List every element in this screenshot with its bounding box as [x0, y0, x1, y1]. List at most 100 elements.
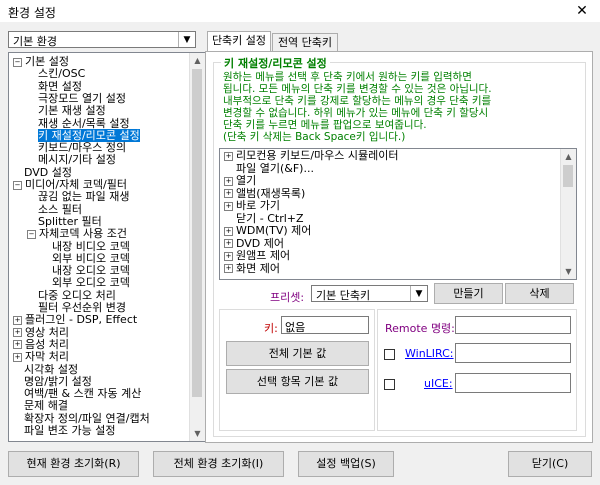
- winlirc-link[interactable]: WinLIRC:: [405, 347, 454, 360]
- settings-tree[interactable]: ▲ ▼ − 기본 설정 스킨/OSC 화면 설정 극장모드 열기 설정 기본 재생 설정 재…: [8, 52, 206, 442]
- tree-item[interactable]: 외부 오디오 코덱: [52, 276, 130, 289]
- close-icon[interactable]: ✕: [564, 0, 600, 22]
- tree-scrollbar[interactable]: ▲ ▼: [189, 53, 205, 441]
- tree-item[interactable]: 스킨/OSC: [38, 67, 85, 80]
- tree-item[interactable]: 끊김 없는 파일 재생: [38, 190, 129, 203]
- reset-current-env-button[interactable]: 현재 환경 초기화(R): [8, 451, 139, 477]
- expand-icon[interactable]: +: [224, 239, 233, 248]
- list-item[interactable]: + DVD 제어: [224, 237, 284, 250]
- delete-preset-button[interactable]: 삭제: [505, 283, 574, 304]
- tree-item[interactable]: + 플러그인 - DSP, Effect: [13, 313, 137, 326]
- tree-item-label: 확장자 정의/파일 연결/캡처: [24, 411, 150, 425]
- winlirc-checkbox[interactable]: [384, 349, 395, 360]
- list-item[interactable]: + WDM(TV) 제어: [224, 225, 311, 237]
- list-item[interactable]: + 열기: [224, 175, 256, 187]
- tree-item[interactable]: 외부 비디오 코덱: [52, 252, 130, 265]
- uice-checkbox[interactable]: [384, 379, 395, 390]
- close-button[interactable]: 닫기(C): [508, 451, 592, 477]
- tree-item[interactable]: − 자체코덱 사용 조건: [27, 227, 127, 240]
- list-item[interactable]: + 화면 제어: [224, 262, 280, 275]
- tab-global-shortcuts[interactable]: 전역 단축키: [272, 33, 338, 53]
- tree-item[interactable]: 기본 재생 설정: [38, 104, 106, 117]
- reset-selected-defaults-button[interactable]: 선택 항목 기본 값: [226, 369, 369, 394]
- scroll-down-icon[interactable]: ▼: [561, 264, 576, 279]
- winlirc-input[interactable]: [455, 343, 571, 363]
- tree-item[interactable]: 다중 오디오 처리: [38, 289, 116, 302]
- key-label: 키:: [264, 322, 278, 335]
- tree-item-label: 음성 처리: [25, 337, 69, 351]
- expand-icon[interactable]: +: [13, 352, 22, 362]
- tree-item[interactable]: 극장모드 열기 설정: [38, 92, 126, 105]
- scroll-up-icon[interactable]: ▲: [561, 149, 576, 164]
- chevron-down-icon[interactable]: ▼: [410, 286, 427, 301]
- expand-icon[interactable]: +: [224, 151, 233, 161]
- list-item[interactable]: + 앨범(재생목록): [224, 186, 306, 200]
- scroll-thumb[interactable]: [563, 165, 573, 187]
- tree-item[interactable]: 내장 오디오 코덱: [52, 264, 130, 277]
- tree-item[interactable]: 재생 순서/목록 설정: [38, 117, 130, 130]
- expand-icon[interactable]: +: [224, 189, 233, 198]
- tree-item[interactable]: 명암/밝기 설정: [24, 375, 92, 388]
- uice-link[interactable]: uICE:: [424, 377, 453, 390]
- tree-item[interactable]: 필터 우선순위 변경: [38, 301, 126, 314]
- backup-settings-button[interactable]: 설정 백업(S): [298, 451, 394, 477]
- expand-icon[interactable]: +: [224, 251, 233, 261]
- tree-item[interactable]: 시각화 설정: [24, 363, 78, 376]
- tree-item[interactable]: 확장자 정의/파일 연결/캡처: [24, 412, 150, 425]
- tab-shortcut-settings[interactable]: 단축키 설정: [207, 31, 271, 53]
- category-select[interactable]: 기본 환경 ▼: [8, 31, 196, 48]
- menu-list-scrollbar[interactable]: ▲ ▼: [560, 149, 576, 279]
- tree-item[interactable]: 화면 설정: [38, 80, 82, 93]
- tree-item[interactable]: 소스 필터: [38, 203, 82, 216]
- scroll-down-icon[interactable]: ▼: [190, 426, 205, 441]
- list-item-label: 앨범(재생목록): [236, 186, 306, 200]
- tree-item[interactable]: DVD 설정: [24, 166, 72, 179]
- list-item[interactable]: + 리모컨용 키보드/마우스 시뮬레이터: [224, 150, 399, 162]
- expand-icon[interactable]: +: [224, 226, 233, 236]
- list-item-label: 원앰프 제어: [236, 249, 291, 262]
- tree-item[interactable]: 키보드/마우스 정의: [38, 141, 126, 154]
- tree-item-label: 화면 설정: [38, 79, 82, 93]
- list-item[interactable]: 닫기 - Ctrl+Z: [236, 212, 304, 225]
- preset-select[interactable]: 기본 단축키 ▼: [311, 285, 428, 302]
- scroll-up-icon[interactable]: ▲: [190, 53, 205, 68]
- tree-item[interactable]: 키 재설정/리모콘 설정: [38, 128, 140, 142]
- uice-input[interactable]: [455, 373, 571, 393]
- chevron-down-icon[interactable]: ▼: [178, 32, 195, 47]
- tree-item[interactable]: Splitter 필터: [38, 215, 102, 228]
- collapse-icon[interactable]: −: [27, 229, 36, 239]
- tree-item[interactable]: + 음성 처리: [13, 338, 69, 351]
- make-preset-button[interactable]: 만들기: [434, 283, 503, 304]
- key-input[interactable]: 없음: [281, 316, 369, 334]
- expand-icon[interactable]: +: [224, 264, 233, 273]
- tree-item[interactable]: + 영상 처리: [13, 326, 69, 339]
- tree-item[interactable]: 메시지/기타 설정: [38, 153, 116, 166]
- expand-icon[interactable]: +: [13, 328, 22, 338]
- collapse-icon[interactable]: −: [13, 57, 22, 67]
- collapse-icon[interactable]: −: [13, 180, 22, 190]
- group-description: 원하는 메뉴를 선택 후 단축 키에서 원하는 키를 입력하면 됩니다. 모든 …: [223, 71, 492, 143]
- tree-item[interactable]: 파일 변조 가능 설정: [24, 424, 115, 437]
- expand-icon[interactable]: +: [224, 201, 233, 211]
- delete-preset-label: 삭제: [529, 287, 550, 300]
- menu-list[interactable]: ▲ ▼ + 리모컨용 키보드/마우스 시뮬레이터 파일 열기(&F)... + 열기 + 앨…: [219, 148, 577, 280]
- list-item[interactable]: 파일 열기(&F)...: [236, 162, 314, 175]
- remote-command-label: Remote 명령:: [385, 322, 455, 335]
- tree-item-label: 명암/밝기 설정: [24, 374, 92, 388]
- expand-icon[interactable]: +: [13, 315, 22, 325]
- reset-all-defaults-label: 전체 기본 값: [268, 347, 327, 360]
- reset-all-env-button[interactable]: 전체 환경 초기화(I): [153, 451, 284, 477]
- list-item[interactable]: + 원앰프 제어: [224, 250, 290, 262]
- list-item[interactable]: + 바로 가기: [224, 200, 280, 212]
- scroll-thumb[interactable]: [192, 69, 202, 397]
- expand-icon[interactable]: +: [224, 176, 233, 186]
- expand-icon[interactable]: +: [13, 340, 22, 350]
- tree-item-label: DVD 설정: [24, 165, 73, 179]
- tree-item[interactable]: 내장 비디오 코덱: [52, 240, 130, 253]
- tree-item[interactable]: − 기본 설정: [13, 55, 69, 68]
- tree-item-label: 재생 순서/목록 설정: [38, 116, 130, 130]
- tree-item[interactable]: 문제 해결: [24, 399, 68, 412]
- remote-command-input[interactable]: [455, 316, 571, 334]
- reset-all-defaults-button[interactable]: 전체 기본 값: [226, 341, 369, 366]
- tree-item[interactable]: + 자막 처리: [13, 350, 69, 363]
